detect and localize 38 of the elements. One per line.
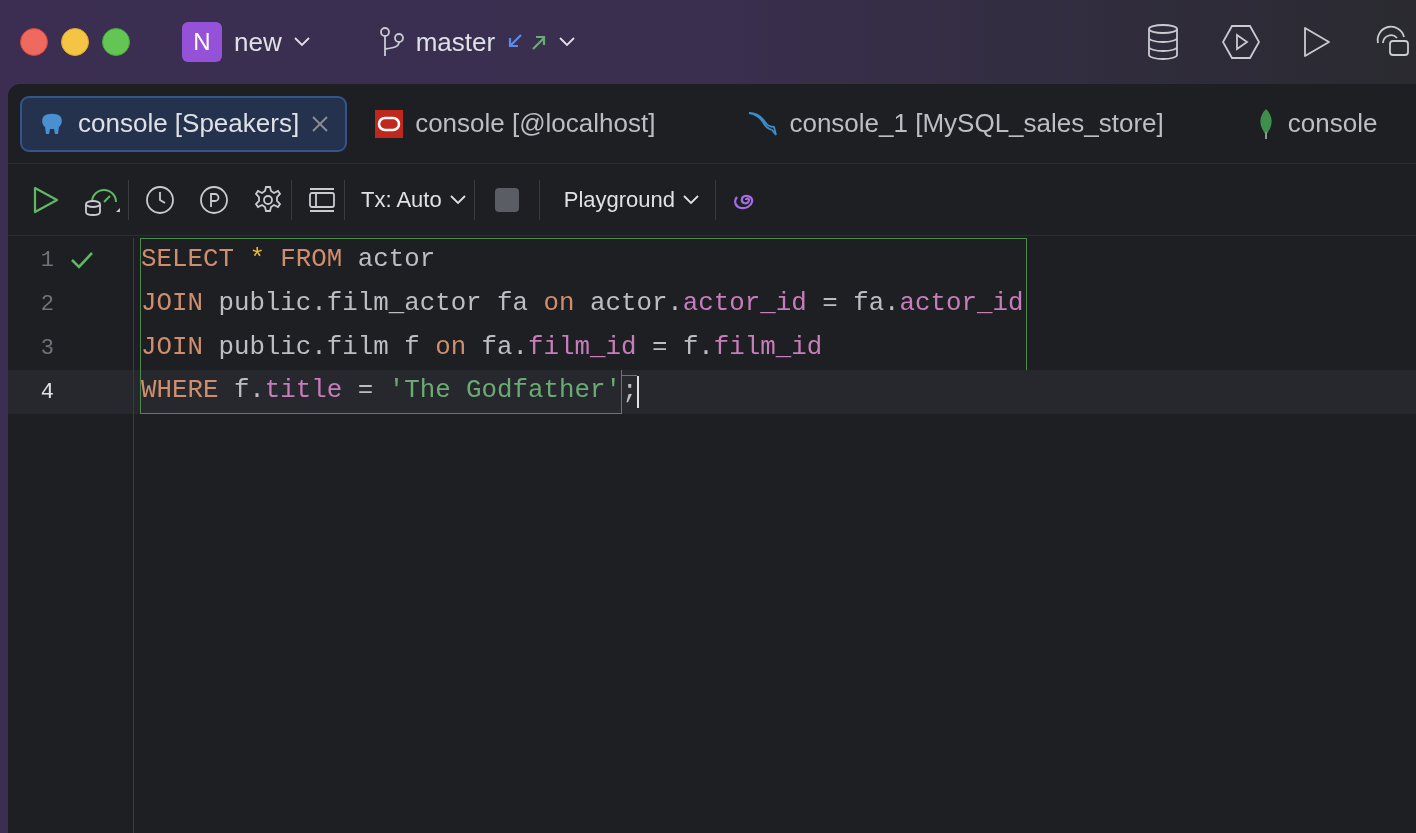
code-line: WHERE f.title = 'The Godfather' [141, 375, 621, 408]
line-number: 4 [39, 378, 55, 407]
line-number: 3 [39, 334, 55, 363]
code-line: JOIN public.film f on fa.film_id = f.film_id [141, 331, 823, 364]
branch-icon [379, 26, 404, 58]
editor-tab[interactable]: console_1 [MySQL_sales_store] [731, 95, 1180, 152]
editor-tab[interactable]: console [@localhost] [359, 95, 672, 152]
database-logo-icon [375, 109, 404, 138]
editor-tab[interactable]: console [1239, 95, 1394, 152]
parameter-icon[interactable] [199, 184, 229, 215]
settings-icon[interactable] [253, 184, 283, 215]
branch-selector[interactable]: master [379, 22, 576, 62]
chevron-down-icon [683, 194, 700, 205]
chevron-down-icon [559, 37, 576, 47]
run-service-icon[interactable] [1222, 24, 1260, 60]
maximize-window-button[interactable] [102, 28, 130, 56]
code-line: JOIN public.film_actor fa on actor.actor_id = fa.actor_id [141, 287, 1024, 320]
project-selector[interactable]: N new [182, 22, 310, 62]
database-icon[interactable] [1146, 23, 1180, 61]
text-cursor [637, 376, 640, 408]
close-icon[interactable] [311, 114, 330, 133]
editor-tab[interactable]: console [Speakers] [20, 95, 348, 152]
minimize-window-button[interactable] [61, 28, 89, 56]
execute-icon[interactable] [32, 184, 60, 215]
close-window-button[interactable] [20, 28, 48, 56]
line-number: 2 [39, 290, 55, 319]
incoming-outgoing-arrows-icon [507, 32, 548, 52]
transaction-mode-dropdown[interactable]: Tx: Auto [361, 183, 466, 216]
code-line: SELECT * FROM actor [141, 244, 436, 277]
chevron-down-icon [293, 37, 310, 47]
layout-icon[interactable] [308, 186, 336, 213]
line-number: 1 [39, 246, 55, 275]
project-badge: N [182, 22, 222, 62]
run-icon[interactable] [1302, 25, 1332, 59]
stop-button[interactable] [494, 187, 519, 212]
mode-dropdown[interactable]: Playground [563, 183, 700, 216]
chevron-down-icon [449, 194, 466, 205]
history-icon[interactable] [145, 184, 175, 215]
